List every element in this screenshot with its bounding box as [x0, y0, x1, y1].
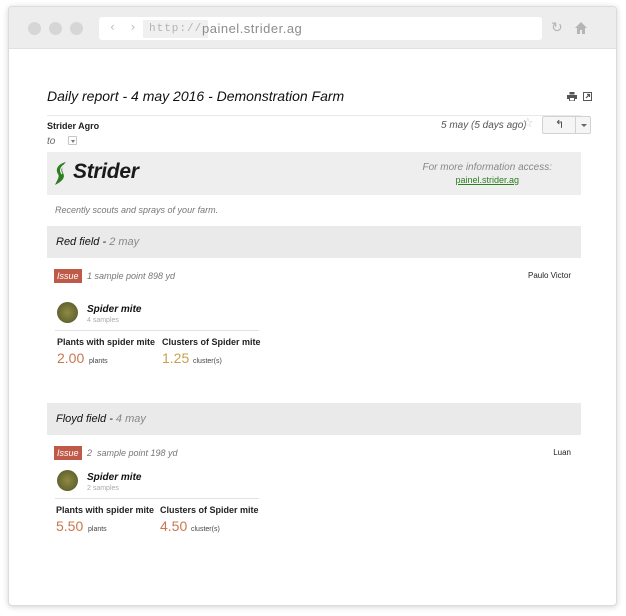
browser-window: ‹ › http:// painel.strider.ag ↻ Daily re… — [8, 6, 617, 606]
field-date: 4 may — [115, 413, 146, 425]
header-divider — [47, 115, 581, 116]
metric-unit: cluster(s) — [193, 358, 222, 365]
pest-name: Spider mite — [87, 304, 142, 315]
metric-value: 1.25 — [162, 350, 190, 366]
pest-sample-count: 2 samples — [87, 485, 119, 492]
new-window-icon[interactable] — [583, 92, 592, 101]
star-icon[interactable]: ☆ — [522, 116, 534, 131]
pest-image — [57, 470, 78, 491]
metric-label: Plants with spider mite — [56, 505, 155, 515]
window-minimize-button[interactable] — [49, 22, 62, 35]
metric-value: 5.50 — [56, 518, 84, 534]
scout-name: Paulo Victor — [528, 271, 571, 280]
metric-label: Clusters of Spider mite — [162, 337, 261, 347]
field-date: 2 may — [109, 236, 140, 248]
intro-text: Recently scouts and sprays of your farm. — [55, 205, 219, 215]
metrics-divider — [55, 330, 259, 331]
recipient-label: to — [47, 136, 56, 147]
metrics-divider — [55, 498, 259, 499]
reload-icon[interactable]: ↻ — [551, 21, 563, 35]
metric-unit: plants — [88, 526, 107, 533]
reply-icon: ↰ — [555, 118, 565, 131]
metric-value: 2.00 — [57, 350, 85, 366]
metric-label: Clusters of Spider mite — [160, 505, 259, 515]
url-protocol: http:// — [143, 20, 209, 38]
metric-label: Plants with spider mite — [57, 337, 156, 347]
field-name: Floyd field — [56, 413, 107, 425]
sender-name[interactable]: Strider Agro — [47, 121, 99, 131]
strider-leaf-icon — [55, 162, 66, 185]
pest-name: Spider mite — [87, 472, 142, 483]
issue-badge: Issue — [54, 269, 82, 283]
metric-value: 4.50 — [160, 518, 188, 534]
more-info-block: For more information access: painel.stri… — [423, 162, 553, 186]
print-icon[interactable] — [567, 92, 577, 101]
sample-info: 1 sample point 898 yd — [87, 271, 176, 281]
url-text[interactable]: painel.strider.ag — [202, 19, 302, 38]
report-banner: Strider For more information access: pai… — [47, 152, 581, 195]
metric-unit: plants — [89, 358, 108, 365]
email-date: 5 may (5 days ago) — [441, 120, 527, 131]
field-header-red: Red field - 2 may — [47, 226, 581, 258]
home-icon[interactable] — [574, 21, 588, 35]
field-header-floyd: Floyd field - 4 may — [47, 403, 581, 435]
window-close-button[interactable] — [28, 22, 41, 35]
more-info-text: For more information access: — [422, 162, 553, 173]
issue-badge: Issue — [54, 446, 82, 460]
metric-unit: cluster(s) — [191, 526, 220, 533]
scout-name: Luan — [553, 448, 571, 457]
brand-name: Strider — [73, 160, 139, 183]
recipient-details-dropdown[interactable] — [68, 136, 77, 145]
window-zoom-button[interactable] — [70, 22, 83, 35]
sample-info: 2 sample point 198 yd — [87, 448, 178, 458]
pest-image — [57, 302, 78, 323]
field-name: Red field — [56, 236, 100, 248]
pest-sample-count: 4 samples — [87, 317, 119, 324]
panel-link[interactable]: painel.strider.ag — [423, 174, 553, 186]
email-subject: Daily report - 4 may 2016 - Demonstratio… — [47, 88, 345, 104]
more-actions-dropdown[interactable] — [575, 116, 591, 134]
browser-toolbar: ‹ › http:// painel.strider.ag ↻ — [9, 7, 616, 49]
back-forward-icon[interactable]: ‹ › — [110, 20, 141, 34]
reply-button[interactable]: ↰ — [542, 116, 576, 134]
